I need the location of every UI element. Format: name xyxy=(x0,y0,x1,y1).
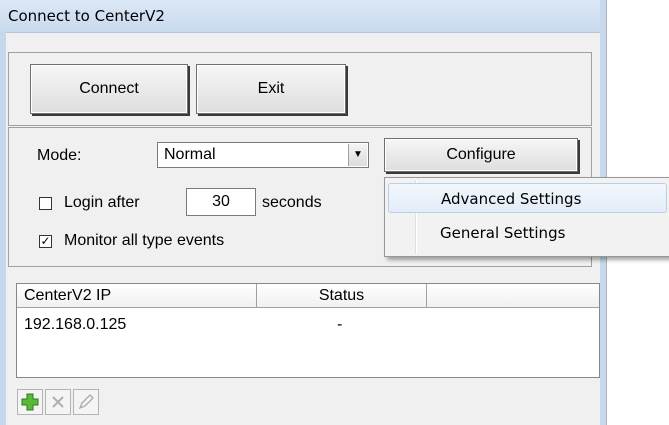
login-seconds-input[interactable]: 30 xyxy=(186,188,256,216)
menu-item-label: Advanced Settings xyxy=(441,190,582,208)
chevron-down-icon[interactable]: ▼ xyxy=(348,144,367,166)
window-left-edge xyxy=(0,32,6,425)
configure-button[interactable]: Configure xyxy=(384,138,578,172)
menu-item-advanced-settings[interactable]: Advanced Settings xyxy=(388,183,667,213)
delete-icon xyxy=(52,396,64,408)
monitor-events-checkbox[interactable]: ✓ xyxy=(39,235,52,248)
login-after-checkbox[interactable] xyxy=(39,197,52,210)
monitor-events-label: Monitor all type events xyxy=(64,232,225,249)
exit-button[interactable]: Exit xyxy=(196,64,346,114)
menu-item-label: General Settings xyxy=(440,224,566,242)
status-cell: - xyxy=(337,316,343,333)
ip-cell: 192.168.0.125 xyxy=(24,316,127,333)
server-list[interactable]: CenterV2 IP Status 192.168.0.125 - xyxy=(16,283,600,378)
add-icon xyxy=(21,393,39,411)
column-header-empty xyxy=(427,284,599,308)
edit-button[interactable] xyxy=(73,389,99,415)
mode-select-value: Normal xyxy=(164,146,216,163)
seconds-label: seconds xyxy=(262,194,322,211)
window-title: Connect to CenterV2 xyxy=(8,7,165,25)
column-header-ip[interactable]: CenterV2 IP xyxy=(17,284,257,308)
checkmark-icon: ✓ xyxy=(40,234,51,248)
mode-label: Mode: xyxy=(37,147,82,164)
delete-button[interactable] xyxy=(45,389,71,415)
connect-button[interactable]: Connect xyxy=(30,64,188,114)
configure-menu: Advanced Settings General Settings xyxy=(384,177,669,257)
column-header-status[interactable]: Status xyxy=(257,284,427,308)
edit-icon xyxy=(78,394,94,410)
add-button[interactable] xyxy=(17,389,43,415)
login-after-label: Login after xyxy=(64,194,140,211)
menu-item-general-settings[interactable]: General Settings xyxy=(388,218,667,248)
mode-select[interactable]: Normal ▼ xyxy=(157,142,369,168)
title-bar[interactable]: Connect to CenterV2 xyxy=(0,0,606,33)
